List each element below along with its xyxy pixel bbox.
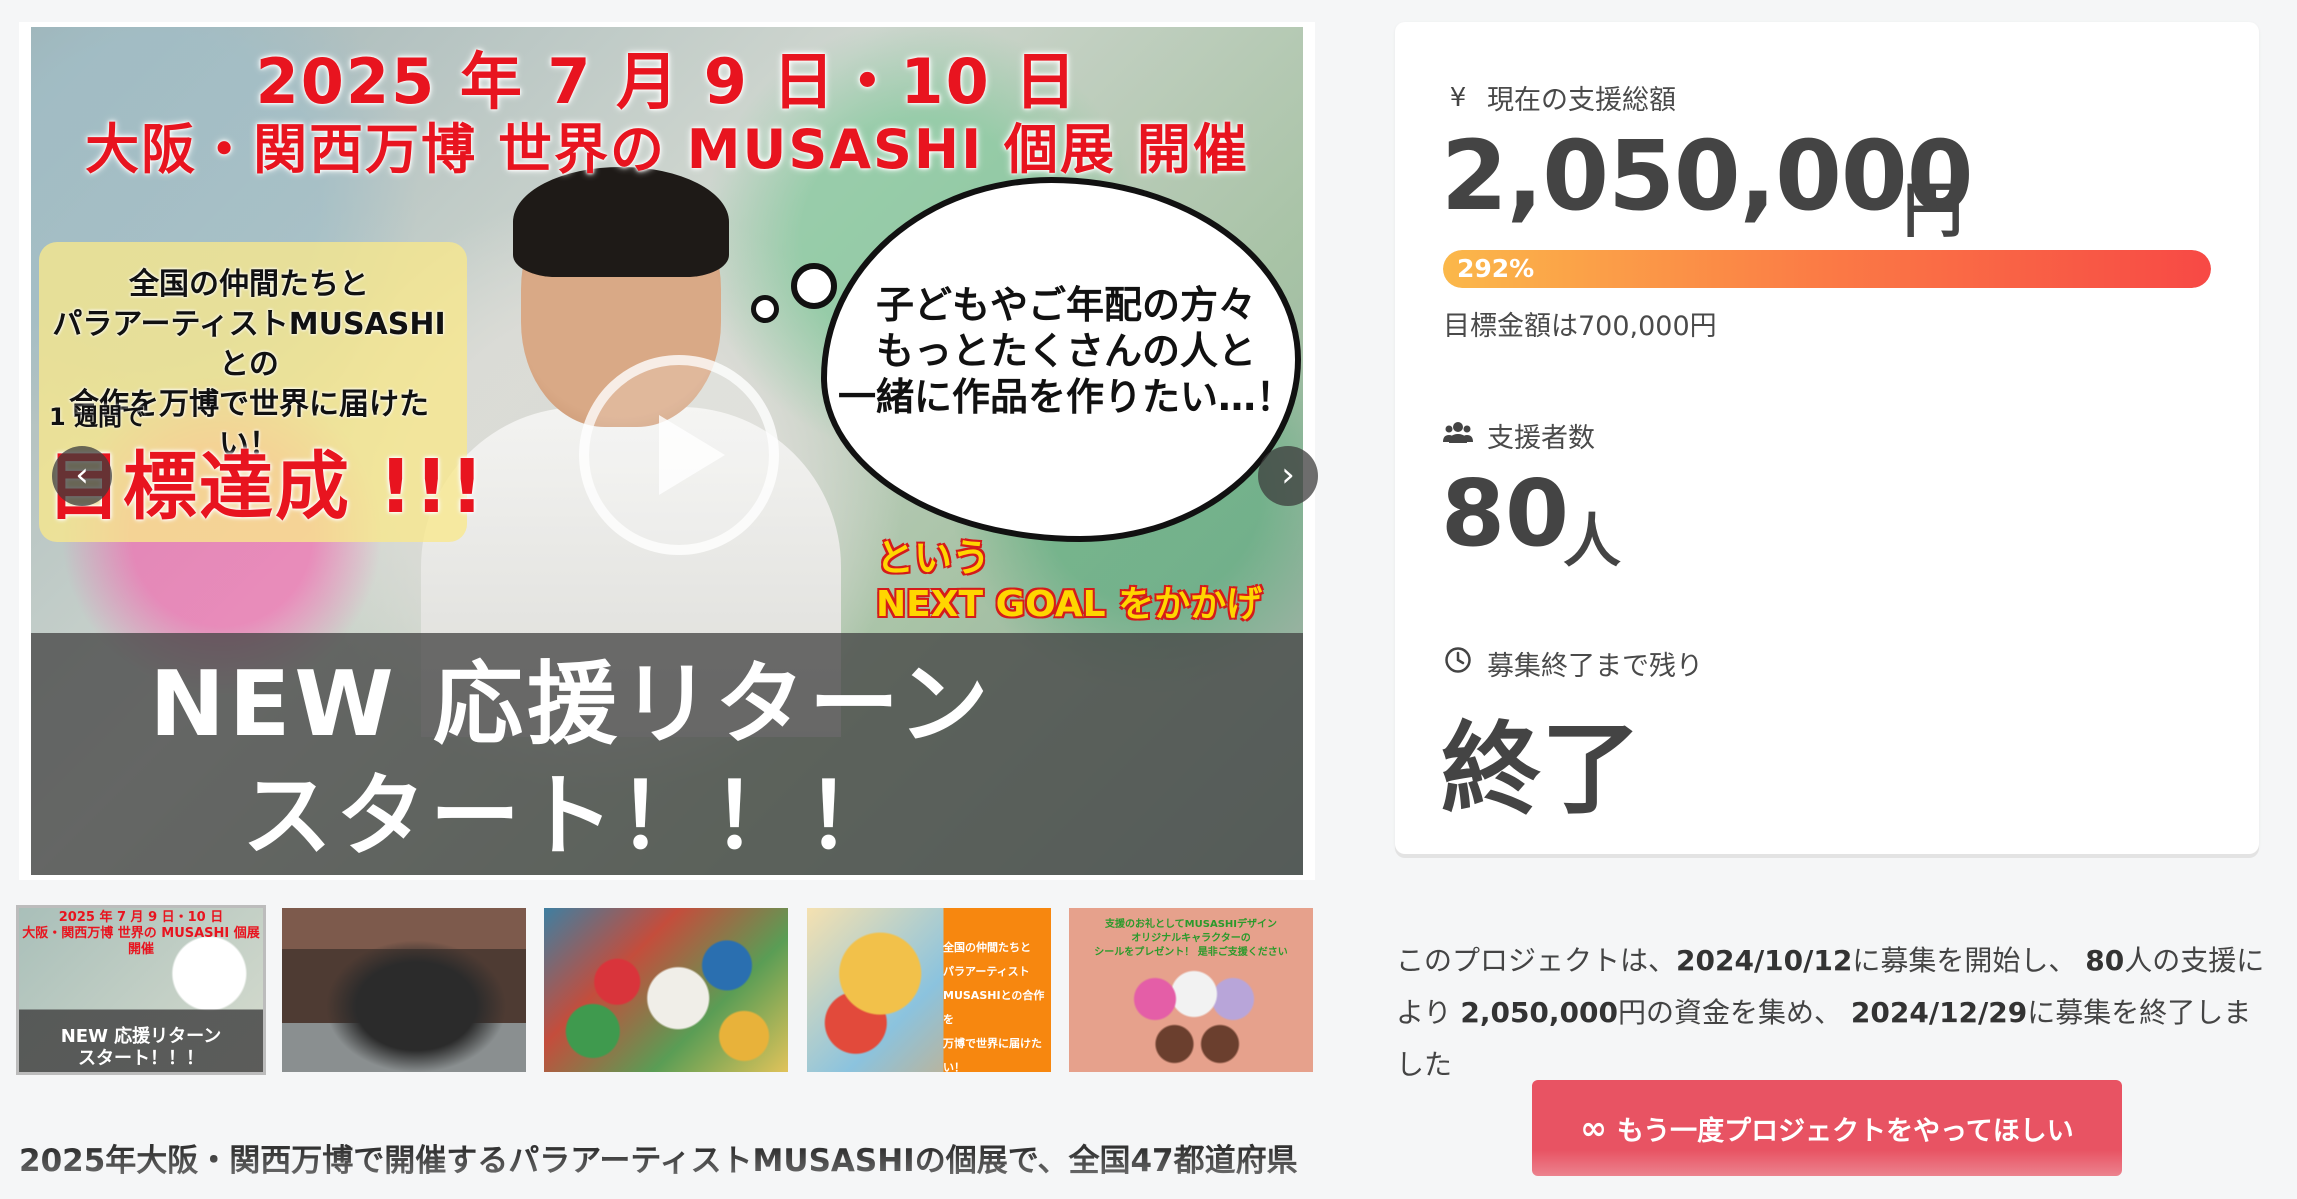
thumbnail-2[interactable] [282,908,526,1072]
thumbnail-caption: 全国の仲間たちと パラアーティスト MUSASHIとの合作を 万博で世界に届けた… [943,941,1045,1072]
thumbnail-title: 2025 年 7 月 9 日・10 日 大阪・関西万博 世界の MUSASHI … [22,910,260,957]
next-goal-text: NEXT GOAL をかかげ [876,584,1263,625]
remaining-label: 募集終了まで残り [1443,644,1703,683]
summary-start-date: 2024/10/12 [1676,944,1853,977]
funding-stats-card: ¥ 現在の支援総額 2,050,000 円 292% 目標金額は700,000円… [1395,22,2259,854]
thought-bubble-text: 子どもやご年配の方々 もっとたくさんの人と 一緒に作品を作りたい…！ [837,283,1294,419]
amount-unit: 円 [1903,176,1963,246]
hero-carousel: 2025 年 7 月 9 日・10 日 大阪・関西万博 世界の MUSASHI … [19,22,1318,880]
backers-unit: 人 [1563,507,1622,575]
amount-label-text: 現在の支援総額 [1487,85,1676,116]
carousel-next-button[interactable]: › [1258,446,1318,506]
play-icon [659,415,725,495]
thought-bubble-dot [751,295,779,323]
summary-text: に募集を開始し、 [1852,944,2086,977]
hero-title-event: 大阪・関西万博 世界の MUSASHI 個展 開催 [85,118,1249,181]
summary-text: このプロジェクトは、 [1396,944,1677,977]
chevron-left-icon: ‹ [75,455,89,495]
thumbnail-5[interactable]: 支援のお礼としてMUSASHIデザイン オリジナルキャラクターの シールをプレゼ… [1069,908,1313,1072]
carousel-prev-button[interactable]: ‹ [52,446,112,506]
thumbnail-strip: 2025 年 7 月 9 日・10 日 大阪・関西万博 世界の MUSASHI … [16,905,1317,1075]
yen-icon: ¥ [1449,82,1467,113]
hero-image[interactable]: 2025 年 7 月 9 日・10 日 大阪・関西万博 世界の MUSASHI … [31,27,1303,875]
progress-fill [1443,250,2211,288]
progress-percent: 292% [1457,254,1535,283]
project-description: 2025年大阪・関西万博で開催するパラアーティストMUSASHIの個展で、全国4… [19,1143,1298,1179]
thumbnail-caption: NEW 応援リターン スタート！！！ [60,1026,222,1069]
request-again-button[interactable]: ∞ もう一度プロジェクトをやってほしい [1532,1080,2122,1176]
goal-amount-text: 目標金額は700,000円 [1443,311,1717,342]
amount-value: 2,050,000 [1441,120,1974,232]
thumbnail-caption: 支援のお礼としてMUSASHIデザイン オリジナルキャラクターの シールをプレゼ… [1094,919,1288,958]
thumbnail-3[interactable] [544,908,788,1072]
users-icon [1443,420,1473,451]
summary-text: 円の資金を集め、 [1618,996,1851,1029]
summary-backers: 80 [2085,944,2125,977]
play-video-button[interactable] [579,355,779,555]
summary-end-date: 2024/12/29 [1850,996,2028,1029]
next-goal-text: という [876,536,991,580]
thumbnail-1[interactable]: 2025 年 7 月 9 日・10 日 大阪・関西万博 世界の MUSASHI … [16,905,266,1075]
backers-label-text: 支援者数 [1487,423,1595,454]
summary-amount: 2,050,000 [1460,996,1618,1029]
request-again-label: もう一度プロジェクトをやってほしい [1616,1115,2074,1147]
amount-label: ¥ 現在の支援総額 [1443,78,1676,117]
progress-bar: 292% [1443,250,2211,288]
project-summary: このプロジェクトは、2024/10/12に募集を開始し、 80人の支援により 2… [1396,935,2276,1091]
character-illustration [1129,964,1259,1064]
hero-bottom-text: NEW 応援リターン スタート！！！ [149,652,993,869]
chevron-right-icon: › [1281,455,1295,495]
thumbnail-4[interactable]: 全国の仲間たちと パラアーティスト MUSASHIとの合作を 万博で世界に届けた… [807,908,1051,1072]
backers-label: 支援者数 [1443,416,1595,455]
backers-value: 80 [1441,460,1570,567]
infinity-icon: ∞ [1580,1109,1607,1147]
remaining-value: 終了 [1441,711,1641,828]
remaining-label-text: 募集終了まで残り [1487,651,1703,682]
hero-achieved-text: 目標達成 !!! [47,444,487,530]
clock-icon [1443,646,1473,681]
